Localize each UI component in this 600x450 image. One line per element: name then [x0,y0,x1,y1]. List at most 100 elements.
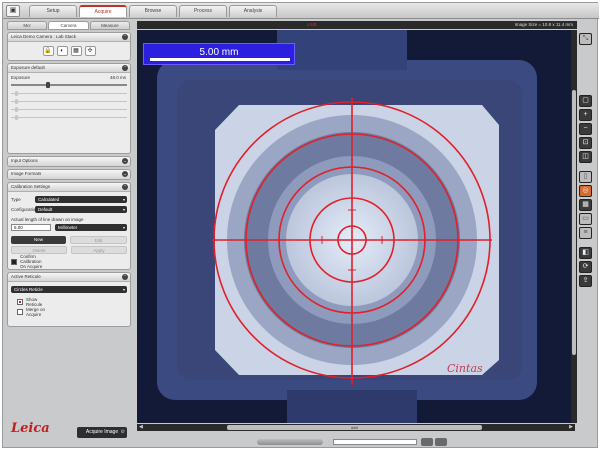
select-icon[interactable]: ▢ [579,95,592,107]
show-reticule-checkbox[interactable] [17,298,23,305]
confirm-calibration-checkbox[interactable] [11,258,17,265]
microscope-image [137,30,571,423]
tab-analysis[interactable]: Analysis [229,5,277,17]
compare-icon[interactable]: ▭ [579,213,592,225]
collapse-icon[interactable]: ⌃ [122,184,128,190]
overlay-icon[interactable]: ◫ [579,151,592,163]
settings-icon[interactable]: ✣ [84,46,96,56]
gain-slider-knob[interactable] [15,91,18,96]
exposure-label: Exposure [11,75,31,80]
expand-icon[interactable]: ⌄ [122,158,128,164]
camera-section-header[interactable]: Leica Demo Camera : Lab Stack ⌃ [8,33,130,42]
show-reticule-label: Show Reticule [26,296,43,307]
zoom-out-icon[interactable]: − [579,123,592,135]
collapse-icon[interactable]: ⌃ [122,65,128,71]
tab-browse[interactable]: Browse [129,5,177,17]
reset-zoom-button[interactable] [435,438,447,446]
zoom-in-icon[interactable]: + [579,109,592,121]
image-formats-section: Image Formats ⌄ [7,169,131,180]
collapse-icon[interactable]: ⌃ [122,34,128,40]
length-input[interactable]: 5.00 [11,224,51,231]
watermark-text: Cintas [447,362,483,375]
image-formats-header[interactable]: Image Formats ⌄ [8,170,130,179]
calibration-section: Calibration Settings ⌃ Type Calculated ▾ … [7,182,131,270]
part-bottom-tab [287,390,417,423]
reticule-header[interactable]: Active Reticule ⌃ [8,273,130,282]
exposure-icon[interactable]: ◐ [56,46,68,56]
scroll-left-icon[interactable]: ◀ [139,424,143,431]
apply-button[interactable]: Apply [71,245,127,254]
exposure-section-header[interactable]: Exposure default ⌃ [8,64,130,73]
exposure-slider-knob[interactable] [45,82,50,88]
gamma-slider[interactable] [11,99,127,104]
type-label: Type [11,197,21,202]
zoom-fit-icon[interactable]: ⊡ [579,137,592,149]
left-panel: Mcr Camera Measure Leica Demo Camera : L… [7,21,131,403]
chevron-down-icon: ▾ [122,207,125,212]
live-indicator: LIVE [307,22,317,27]
collapse-icon[interactable]: ⌃ [122,274,128,280]
vertical-scrollbar[interactable] [571,30,577,423]
image-formats-title: Image Formats [11,171,42,176]
tab-mcr[interactable]: Mcr [7,21,48,30]
exposure-value: 48.0 ms [109,75,126,80]
part-top-tab [277,30,407,70]
input-options-header[interactable]: Input Options ⌄ [8,157,130,166]
unit-dropdown[interactable]: Millimeter ▾ [55,224,127,231]
expand-icon[interactable]: ⌄ [122,171,128,177]
grid-icon[interactable]: ▦ [579,199,592,211]
gain-slider[interactable] [11,91,127,96]
type-value: Calculated [38,197,60,202]
delete-button[interactable]: Delete [11,245,67,254]
chevron-down-icon: ▾ [122,197,125,202]
exposure-slider[interactable] [11,82,127,88]
saturation-slider[interactable] [11,107,127,112]
black-level-slider-knob[interactable] [15,115,18,120]
top-tab-bar: ▣ Setup Acquire Browse Process Analysis [3,3,599,19]
gear-icon[interactable]: ⚙ [121,427,125,438]
input-options-title: Input Options [11,158,38,163]
type-dropdown[interactable]: Calculated ▾ [35,196,127,203]
tab-acquire[interactable]: Acquire [79,5,127,17]
scale-bar-label: 5.00 mm [199,47,239,58]
edit-button[interactable]: Edit [70,235,127,244]
tab-camera[interactable]: Camera [48,21,89,30]
scale-bar-line [150,58,290,61]
status-field[interactable] [333,439,417,445]
tab-setup[interactable]: Setup [29,5,77,17]
unit-value: Millimeter [58,225,78,230]
split-icon[interactable]: ◧ [579,247,592,259]
scale-bar[interactable]: 5.00 mm [143,43,295,65]
zoom-slider[interactable] [257,439,323,445]
tab-measure[interactable]: Measure [89,21,130,30]
calibration-header[interactable]: Calibration Settings ⌃ [8,183,130,192]
merge-on-acquire-checkbox[interactable] [17,308,23,315]
camera-icon[interactable]: ▣ [6,5,20,17]
app-window: ▣ Setup Acquire Browse Process Analysis … [2,2,599,448]
scroll-right-icon[interactable]: ▶ [569,424,573,431]
acquire-image-button[interactable]: Acquire Image ⚙ [77,427,127,438]
ruler-icon[interactable]: ▯ [579,171,592,183]
gamma-slider-knob[interactable] [15,99,18,104]
horizontal-scrollbar-thumb[interactable]: ### [227,425,482,430]
tab-process[interactable]: Process [179,5,227,17]
reticule-dropdown[interactable]: Circles Reticle ▾ [11,286,127,293]
color-icon[interactable]: ▦ [70,46,82,56]
reticule-value: Circles Reticle [14,287,43,292]
black-level-slider[interactable] [11,115,127,120]
apply-zoom-button[interactable] [421,438,433,446]
reticule-icon[interactable]: ◎ [579,185,592,197]
lock-icon[interactable]: 🔒 [42,46,54,56]
horizontal-scrollbar[interactable]: ◀ ### ▶ [137,424,575,431]
fit-icon[interactable]: ⤡ [579,33,592,45]
list-icon[interactable]: ≡ [579,227,592,239]
horizontal-scrollbar-label: ### [351,425,358,430]
vertical-scrollbar-thumb[interactable] [572,90,576,355]
rotate-icon[interactable]: ⟳ [579,261,592,273]
configuration-dropdown[interactable]: Default ▾ [35,206,127,213]
new-button[interactable]: New [11,235,66,244]
live-image-viewer[interactable]: 5.00 mm Cintas [137,30,571,423]
saturation-slider-knob[interactable] [15,107,18,112]
export-icon[interactable]: ⇪ [579,275,592,287]
bottom-controls [137,434,577,448]
